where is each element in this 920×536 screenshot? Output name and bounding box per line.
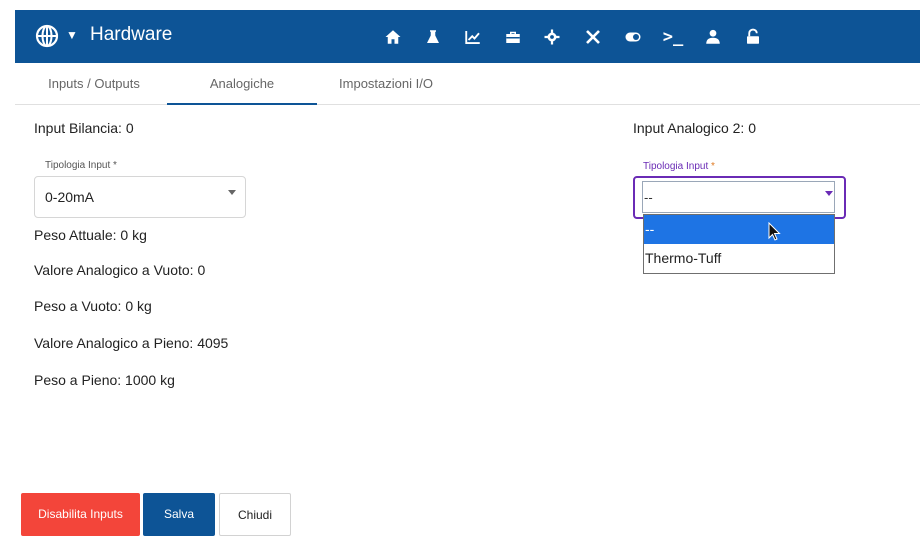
input-bilancia-title: Input Bilancia: 0 bbox=[34, 120, 134, 136]
save-button[interactable]: Salva bbox=[143, 493, 215, 536]
gear-icon[interactable] bbox=[540, 25, 564, 49]
peso-attuale: Peso Attuale: 0 kg bbox=[34, 227, 147, 243]
mouse-cursor-icon bbox=[768, 222, 781, 241]
terminal-icon[interactable]: >_ bbox=[658, 25, 688, 49]
unlock-icon[interactable] bbox=[741, 25, 765, 49]
peso-pieno: Peso a Pieno: 1000 kg bbox=[34, 372, 175, 388]
tab-inputs-outputs[interactable]: Inputs / Outputs bbox=[19, 63, 169, 105]
input-analogico-2-title: Input Analogico 2: 0 bbox=[633, 120, 756, 136]
required-mark: * bbox=[711, 161, 715, 172]
tab-bar: Inputs / Outputs Analogiche Impostazioni… bbox=[15, 63, 920, 105]
tools-icon[interactable] bbox=[581, 25, 605, 49]
valore-analogico-pieno: Valore Analogico a Pieno: 4095 bbox=[34, 335, 229, 351]
flask-icon[interactable] bbox=[421, 25, 445, 49]
page-title: Hardware bbox=[90, 24, 173, 45]
chevron-down-icon[interactable]: ▼ bbox=[66, 28, 78, 42]
dropdown-list: -- Thermo-Tuff bbox=[643, 214, 835, 274]
user-icon[interactable] bbox=[701, 25, 725, 49]
chevron-down-icon[interactable] bbox=[228, 190, 236, 195]
tipologia-input-label-left: Tipologia Input * bbox=[41, 160, 121, 171]
valore-analogico-vuoto: Valore Analogico a Vuoto: 0 bbox=[34, 262, 206, 278]
toggle-icon[interactable] bbox=[621, 25, 645, 49]
peso-vuoto: Peso a Vuoto: 0 kg bbox=[34, 298, 152, 314]
tipologia-input-value-right: -- bbox=[644, 190, 653, 205]
top-navbar: ▼ Hardware >_ bbox=[15, 10, 920, 63]
tab-analogiche[interactable]: Analogiche bbox=[167, 63, 317, 105]
tipologia-input-label-right: Tipologia Input * bbox=[640, 161, 718, 172]
tab-impostazioni-io[interactable]: Impostazioni I/O bbox=[311, 63, 461, 105]
toolbox-icon[interactable] bbox=[501, 25, 525, 49]
dropdown-option-thermo-tuff[interactable]: Thermo-Tuff bbox=[644, 244, 834, 273]
home-icon[interactable] bbox=[381, 25, 405, 49]
close-button[interactable]: Chiudi bbox=[219, 493, 291, 536]
dropdown-option-empty[interactable]: -- bbox=[644, 215, 834, 244]
globe-icon[interactable] bbox=[35, 24, 59, 48]
chart-icon[interactable] bbox=[461, 25, 485, 49]
disable-inputs-button[interactable]: Disabilita Inputs bbox=[21, 493, 140, 536]
chevron-down-icon[interactable] bbox=[825, 191, 833, 196]
native-select[interactable] bbox=[642, 181, 835, 213]
tipologia-input-value-left: 0-20mA bbox=[45, 189, 95, 205]
